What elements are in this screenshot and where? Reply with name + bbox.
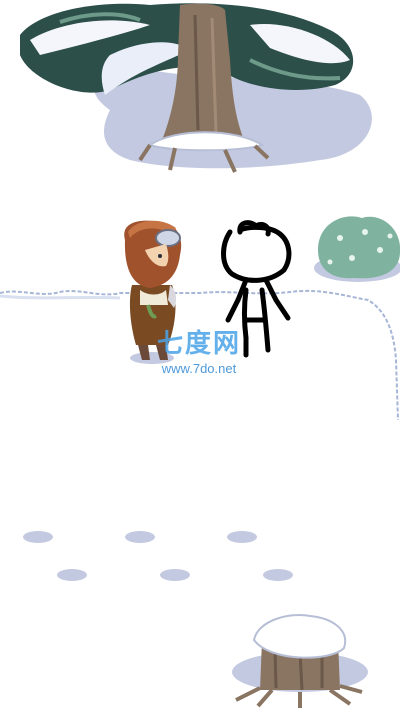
site-watermark: 七度网 www.7do.net [144,331,254,375]
snow-bush [314,216,400,282]
snowy-pine-tree [20,3,372,173]
watermark-site-name: 七度网 [156,329,241,359]
snowy-tree-stump [232,614,368,708]
watermark-url: www.7do.net [161,361,237,376]
game-scene[interactable]: 七度网 www.7do.net [0,0,400,710]
footprints [23,531,293,581]
